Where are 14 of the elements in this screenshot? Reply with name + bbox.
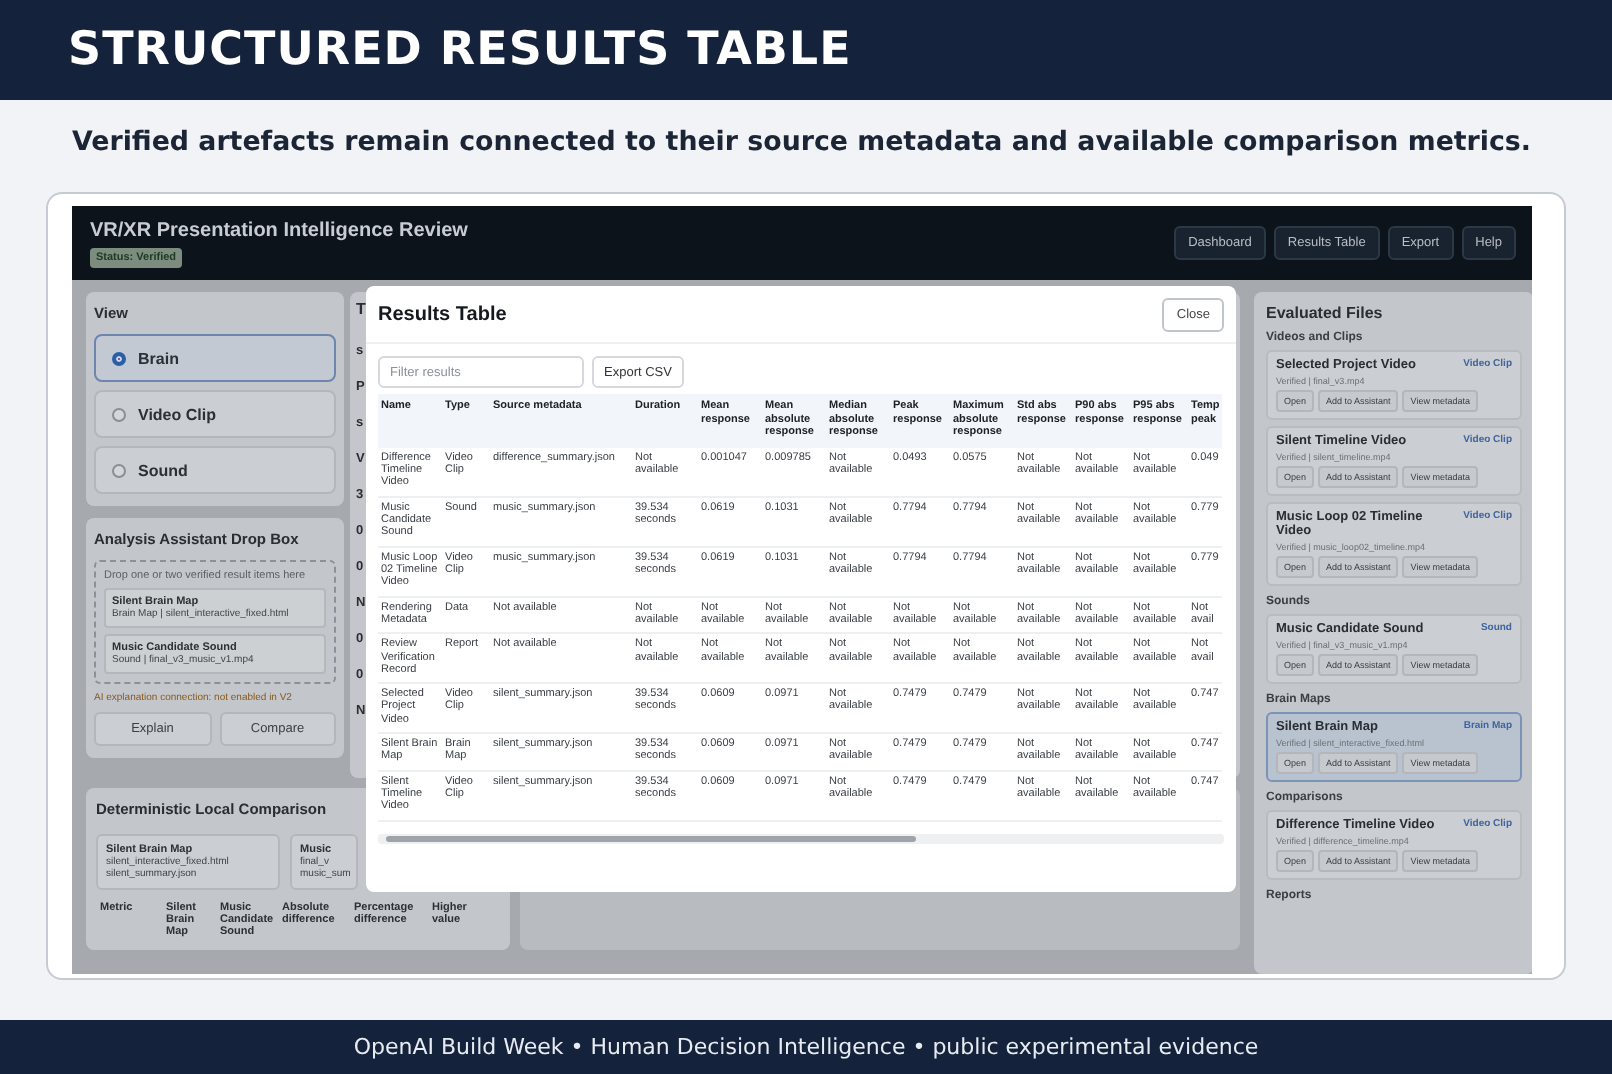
page-title: STRUCTURED RESULTS TABLE bbox=[68, 24, 852, 76]
view-option[interactable]: Video Clip bbox=[94, 390, 336, 438]
horizontal-scrollbar[interactable] bbox=[378, 833, 1224, 844]
app-title: VR/XR Presentation Intelligence Review bbox=[90, 219, 468, 241]
panel-title: Evaluated Files bbox=[1266, 304, 1385, 322]
radio-icon bbox=[112, 407, 126, 421]
dialog-title: Results Table bbox=[378, 303, 507, 325]
radio-icon bbox=[112, 351, 126, 365]
view-option[interactable]: Brain bbox=[94, 334, 336, 382]
panel-title: T bbox=[356, 300, 366, 318]
footer-text: OpenAI Build Week • Human Decision Intelligence • public experimental evidence bbox=[353, 1034, 1259, 1060]
subtitle: Verified artefacts remain connected to their source metadata and available comparison metrics. bbox=[72, 127, 1531, 157]
view-option[interactable]: Sound bbox=[94, 446, 336, 494]
radio-icon bbox=[112, 463, 126, 477]
